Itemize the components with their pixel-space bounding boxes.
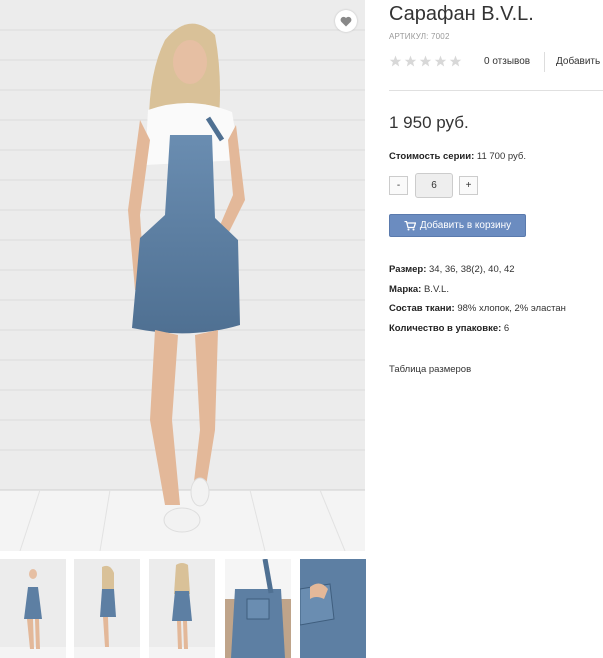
quantity-increase-button[interactable]: + [459, 176, 478, 195]
main-product-photo[interactable] [0, 0, 365, 551]
heart-icon [340, 16, 352, 26]
attribute-fabric: Состав ткани: 98% хлопок, 2% эластан [389, 299, 566, 319]
product-title: Сарафан B.V.L. [389, 3, 534, 25]
reviews-count-link[interactable]: 0 отзывов [484, 56, 530, 67]
attribute-value: 6 [503, 322, 510, 334]
attribute-size: Размер: 34, 36, 38(2), 40, 42 [389, 260, 566, 280]
series-cost: Стоимость серии: 11 700 руб. [389, 151, 526, 162]
attribute-label: Марка: [389, 283, 422, 295]
attribute-value: B.V.L. [423, 283, 449, 295]
cart-icon [404, 220, 416, 230]
divider [389, 90, 603, 91]
attribute-brand: Марка: B.V.L. [389, 280, 566, 300]
quantity-input[interactable] [415, 173, 453, 198]
thumbnail-bib-detail[interactable] [225, 559, 291, 658]
add-review-link[interactable]: Добавить [556, 56, 600, 67]
rating-stars[interactable] [389, 55, 462, 67]
thumbnail-strip [0, 559, 372, 658]
add-to-cart-button[interactable]: Добавить в корзину [389, 214, 526, 237]
product-price: 1 950 руб. [389, 113, 469, 132]
series-cost-value: 11 700 руб. [476, 151, 526, 162]
add-to-cart-label: Добавить в корзину [419, 220, 512, 231]
star-icon [419, 55, 432, 67]
quantity-decrease-button[interactable]: - [389, 176, 408, 195]
product-sku: АРТИКУЛ: 7002 [389, 32, 450, 41]
product-attributes: Размер: 34, 36, 38(2), 40, 42 Марка: B.V… [389, 260, 566, 338]
attribute-value: 34, 36, 38(2), 40, 42 [429, 264, 515, 275]
favorite-heart-button[interactable] [335, 10, 357, 32]
thumbnail-side-view[interactable] [74, 559, 140, 658]
attribute-label: Размер: [389, 264, 427, 275]
attribute-label: Количество в упаковке: [389, 322, 502, 334]
divider [544, 52, 545, 72]
attribute-pack-quantity: Количество в упаковке: 6 [389, 319, 566, 339]
star-icon [404, 55, 417, 67]
attribute-label: Состав ткани: [389, 303, 455, 314]
star-icon [434, 55, 447, 67]
thumbnail-back-view[interactable] [149, 559, 215, 658]
size-table-link[interactable]: Таблица размеров [389, 364, 471, 375]
thumbnail-pocket-detail[interactable] [300, 559, 366, 658]
star-icon [389, 55, 402, 67]
thumbnail-front-view[interactable] [0, 559, 66, 658]
series-cost-label: Стоимость серии: [389, 151, 475, 162]
star-icon [449, 55, 462, 67]
attribute-value: 98% хлопок, 2% эластан [457, 303, 566, 314]
